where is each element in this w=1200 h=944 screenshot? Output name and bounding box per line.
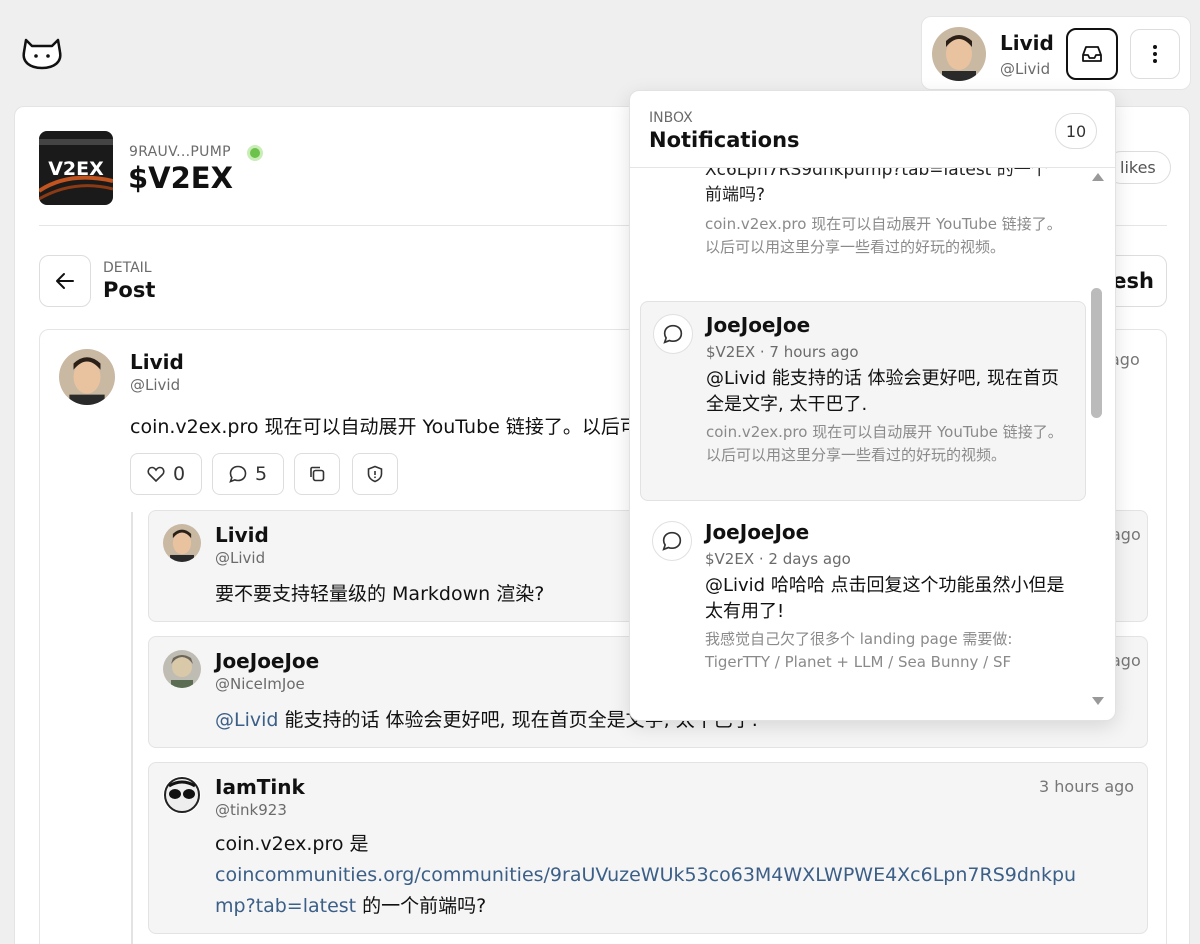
reply-author[interactable]: IamTink — [215, 775, 305, 799]
reply-handle[interactable]: @NiceImJoe — [215, 675, 305, 693]
comment-icon — [653, 314, 693, 354]
back-button[interactable] — [39, 255, 91, 307]
user-handle: @Livid — [1000, 60, 1050, 78]
reply-text-tail: 的一个前端吗? — [356, 895, 486, 917]
notification-message: Xc6Lpn7RS9dnkpump?tab=latest 的一个 前端吗? — [705, 168, 1075, 208]
notification-count-badge: 10 — [1055, 113, 1097, 149]
token-logo-text: V2EX — [48, 158, 104, 180]
reply-handle[interactable]: @tink923 — [215, 801, 287, 819]
reply-body: coin.v2ex.pro 是 coincommunities.org/comm… — [215, 829, 1076, 922]
reply-handle[interactable]: @Livid — [215, 549, 265, 567]
reply-card: IamTink @tink923 3 hours ago coin.v2ex.p… — [148, 762, 1148, 934]
comment-icon — [652, 521, 692, 561]
notification-user: JoeJoeJoe — [706, 313, 810, 337]
reply-author[interactable]: JoeJoeJoe — [215, 649, 319, 673]
copy-button[interactable] — [294, 453, 340, 495]
scrollbar[interactable] — [1089, 168, 1105, 721]
reply-time: 3 hours ago — [1039, 777, 1134, 796]
inbox-button[interactable] — [1066, 28, 1118, 80]
copy-icon — [308, 465, 326, 483]
notifications-list[interactable]: Xc6Lpn7RS9dnkpump?tab=latest 的一个 前端吗? co… — [630, 168, 1116, 721]
user-name: Livid — [1000, 31, 1054, 55]
notification-message: @Livid 能支持的话 体验会更好吧, 现在首页全是文字, 太干巴了. — [706, 366, 1076, 418]
inbox-label: INBOX — [649, 110, 693, 126]
post-author[interactable]: Livid — [130, 350, 184, 374]
shield-icon — [367, 465, 383, 483]
scrollbar-thumb[interactable] — [1091, 288, 1102, 418]
user-menu: Livid @Livid — [921, 16, 1191, 90]
section-label: DETAIL — [103, 260, 152, 276]
avatar[interactable] — [163, 776, 201, 814]
scroll-down-arrow-icon[interactable] — [1092, 697, 1104, 705]
more-button[interactable] — [1130, 29, 1180, 79]
notification-quote: coin.v2ex.pro 现在可以自动展开 YouTube 链接了。以后可以用… — [705, 213, 1075, 259]
scroll-up-arrow-icon[interactable] — [1092, 173, 1104, 181]
mention-link[interactable]: @Livid — [215, 709, 278, 731]
avatar[interactable] — [163, 524, 201, 562]
page-title: Post — [103, 278, 155, 302]
reply-button[interactable]: 5 — [212, 453, 284, 495]
notification-meta: $V2EX · 7 hours ago — [706, 343, 859, 361]
comment-icon — [229, 465, 247, 483]
notification-quote: coin.v2ex.pro 现在可以自动展开 YouTube 链接了。以后可以用… — [706, 421, 1076, 467]
notifications-dropdown: INBOX Notifications 10 Xc6Lpn7RS9dnkpump… — [629, 90, 1116, 721]
token-name: $V2EX — [128, 161, 233, 195]
community-link-cont[interactable]: mp?tab=latest — [215, 895, 356, 917]
post-handle[interactable]: @Livid — [130, 376, 180, 394]
more-vertical-icon — [1152, 44, 1158, 64]
cat-logo-icon[interactable] — [20, 36, 64, 70]
heart-icon — [147, 466, 165, 482]
notification-item[interactable]: JoeJoeJoe $V2EX · 7 hours ago @Livid 能支持… — [640, 301, 1086, 501]
avatar[interactable] — [59, 349, 115, 405]
avatar[interactable] — [932, 27, 986, 81]
notification-quote: 我感觉自己欠了很多个 landing page 需要做: TigerTTY / … — [705, 628, 1075, 674]
token-address[interactable]: 9RAUV...PUMP — [129, 144, 231, 160]
inbox-icon — [1081, 44, 1103, 64]
thread-line — [131, 512, 133, 944]
notification-message-line: Xc6Lpn7RS9dnkpump?tab=latest 的一个 — [705, 168, 1075, 183]
notifications-title: Notifications — [649, 128, 800, 152]
report-button[interactable] — [352, 453, 398, 495]
notification-user: JoeJoeJoe — [705, 520, 809, 544]
token-logo: V2EX — [39, 131, 113, 205]
avatar[interactable] — [163, 650, 201, 688]
notification-item[interactable]: JoeJoeJoe $V2EX · 2 days ago @Livid 哈哈哈 … — [640, 509, 1086, 679]
notification-message-line: 前端吗? — [705, 183, 1075, 208]
like-button[interactable]: 0 — [130, 453, 202, 495]
status-dot — [247, 145, 263, 161]
like-count: 0 — [173, 463, 185, 485]
reply-text: coin.v2ex.pro 是 — [215, 829, 1076, 860]
notification-meta: $V2EX · 2 days ago — [705, 550, 851, 568]
community-link[interactable]: coincommunities.org/communities/9raUVuze… — [215, 864, 1076, 886]
notification-message: @Livid 哈哈哈 点击回复这个功能虽然小但是太有用了! — [705, 573, 1075, 625]
reply-body: 要不要支持轻量级的 Markdown 渲染? — [215, 579, 544, 606]
reply-author[interactable]: Livid — [215, 523, 269, 547]
reply-count: 5 — [255, 463, 267, 485]
arrow-left-icon — [55, 272, 75, 290]
